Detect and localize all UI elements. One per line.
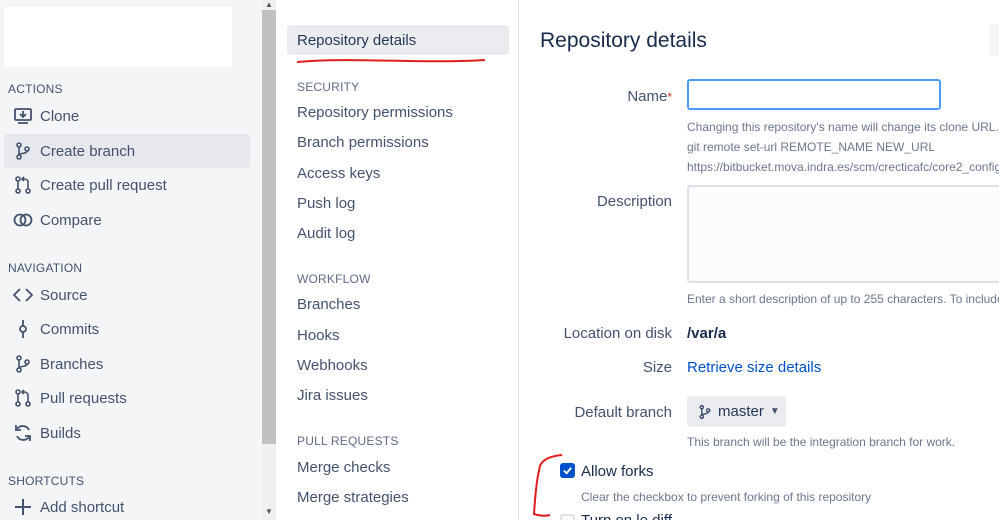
sidebar-item-pull-requests[interactable]: Pull requests [4, 381, 250, 415]
pull-request-icon [12, 387, 34, 409]
plus-icon [12, 496, 34, 518]
settings-item-jira-issues[interactable]: Jira issues [287, 380, 509, 410]
sidebar-item-branches[interactable]: Branches [4, 347, 250, 381]
sidebar-item-label: Branches [40, 355, 104, 373]
repository-avatar-area [4, 7, 232, 67]
security-heading: SECURITY [297, 80, 360, 94]
sidebar-scrollbar[interactable]: ▲ ▼ [262, 0, 276, 520]
workflow-heading: WORKFLOW [297, 272, 371, 286]
add-shortcut-button[interactable]: Add shortcut [4, 490, 250, 520]
description-help-text: Enter a short description of up to 255 c… [687, 292, 999, 306]
sidebar-item-source[interactable]: Source [4, 278, 250, 312]
settings-item-hooks[interactable]: Hooks [287, 320, 509, 350]
sidebar-item-label: Clone [40, 107, 80, 125]
scroll-thumb[interactable] [262, 10, 276, 444]
settings-item-push-log[interactable]: Push log [287, 188, 509, 218]
default-branch-selector[interactable]: master ▼ [687, 396, 786, 427]
name-label-text: Name [627, 88, 668, 105]
allow-forks-label[interactable]: Allow forks [581, 463, 654, 480]
size-label: Size [642, 359, 672, 376]
allow-forks-help: Clear the checkbox to prevent forking of… [581, 490, 872, 504]
default-branch-label: Default branch [574, 404, 672, 421]
sidebar-item-label: Create branch [40, 142, 136, 160]
repository-details-panel: Repository details Name* Changing this r… [520, 0, 999, 520]
page-title: Repository details [540, 29, 707, 52]
add-shortcut-label: Add shortcut [40, 498, 125, 516]
next-option-label[interactable]: Turn on le diff [581, 512, 672, 520]
code-icon [12, 284, 34, 306]
retrieve-size-link[interactable]: Retrieve size details [687, 359, 821, 376]
settings-item-audit-log[interactable]: Audit log [287, 218, 509, 248]
git-remote-help: git remote set-url REMOTE_NAME NEW_URL [687, 140, 936, 154]
settings-item-webhooks[interactable]: Webhooks [287, 350, 509, 380]
location-label: Location on disk [563, 325, 672, 342]
sidebar-item-label: Pull requests [40, 389, 127, 407]
name-label: Name* [520, 88, 672, 105]
branch-icon [699, 404, 711, 419]
commit-icon [12, 318, 34, 340]
repository-sidebar: ACTIONS Clone Create branch Create pull … [0, 0, 262, 520]
builds-icon [12, 422, 34, 444]
scroll-down-icon[interactable]: ▼ [265, 507, 273, 516]
settings-item-merge-strategies[interactable]: Merge strategies [287, 482, 509, 512]
required-mark: * [667, 90, 672, 104]
chevron-down-icon: ▼ [769, 406, 780, 417]
shortcuts-heading: SHORTCUTS [8, 474, 85, 488]
sidebar-item-create-branch[interactable]: Create branch [4, 134, 250, 168]
location-value: /var/a [687, 325, 727, 342]
clone-url-text: https://bitbucket.mova.indra.es/scm/crec… [687, 160, 999, 174]
header-action-button[interactable] [990, 24, 999, 56]
settings-item-repository-permissions[interactable]: Repository permissions [287, 97, 509, 127]
sidebar-item-label: Compare [40, 211, 102, 229]
settings-item-repository-details[interactable]: Repository details [287, 25, 509, 55]
red-underline-annotation [296, 59, 486, 63]
sidebar-item-label: Source [40, 286, 88, 304]
sidebar-item-create-pull-request[interactable]: Create pull request [4, 168, 250, 202]
sidebar-item-builds[interactable]: Builds [4, 416, 250, 450]
branch-icon [12, 140, 34, 162]
pull-requests-heading: PULL REQUESTS [297, 434, 399, 448]
default-branch-help: This branch will be the integration bran… [687, 435, 956, 449]
sidebar-item-clone[interactable]: Clone [4, 99, 250, 133]
clone-icon [12, 105, 34, 127]
sidebar-item-compare[interactable]: Compare [4, 203, 250, 237]
sidebar-item-label: Create pull request [40, 176, 167, 194]
sidebar-item-commits[interactable]: Commits [4, 312, 250, 346]
description-label: Description [596, 193, 672, 210]
actions-heading: ACTIONS [8, 82, 63, 96]
sidebar-item-label: Commits [40, 320, 100, 338]
compare-icon [12, 209, 34, 231]
name-help-text: Changing this repository's name will cha… [687, 120, 999, 134]
navigation-heading: NAVIGATION [8, 261, 83, 275]
pull-request-icon [12, 174, 34, 196]
name-input[interactable] [687, 79, 941, 110]
settings-item-access-keys[interactable]: Access keys [287, 158, 509, 188]
branch-icon [12, 353, 34, 375]
settings-item-merge-checks[interactable]: Merge checks [287, 452, 509, 482]
settings-item-branches[interactable]: Branches [287, 289, 509, 319]
red-bracket-annotation [532, 454, 563, 517]
scroll-up-icon[interactable]: ▲ [265, 0, 273, 9]
settings-item-branch-permissions[interactable]: Branch permissions [287, 127, 509, 157]
description-textarea[interactable] [687, 185, 999, 283]
default-branch-value: master [718, 403, 764, 420]
settings-navigation: Repository details SECURITY Repository p… [277, 0, 519, 520]
sidebar-item-label: Builds [40, 424, 81, 442]
